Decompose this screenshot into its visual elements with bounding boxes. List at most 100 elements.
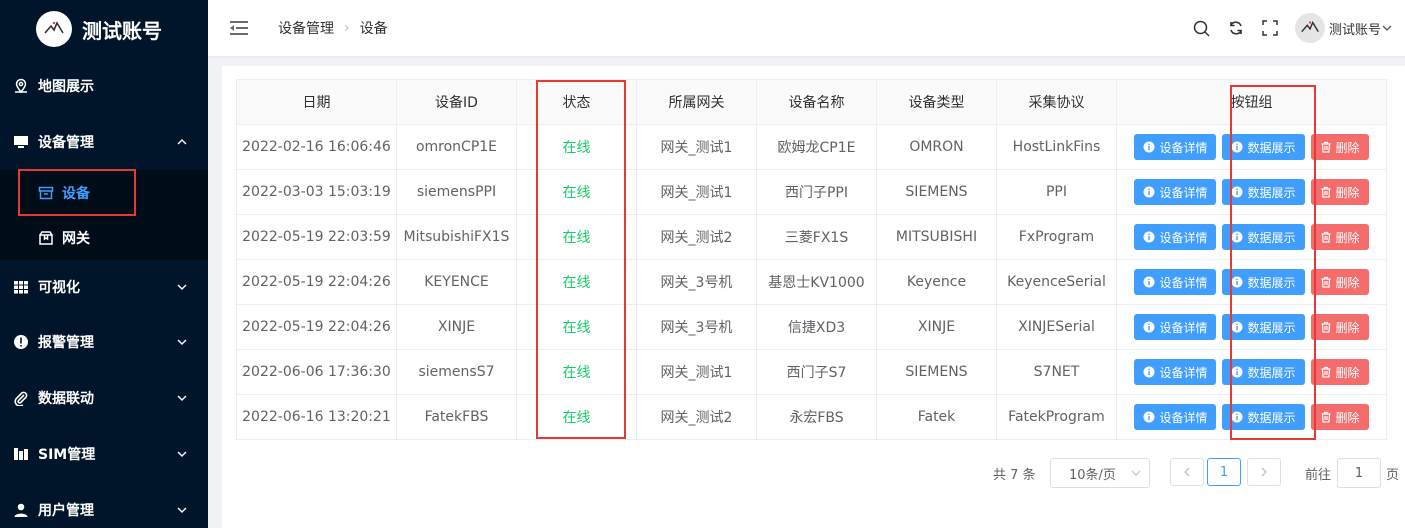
cell-device-id: MitsubishiFX1S bbox=[396, 214, 517, 260]
next-page-button[interactable] bbox=[1247, 458, 1281, 486]
cell-date: 2022-05-19 22:04:26 bbox=[236, 304, 397, 350]
cell-date: 2022-03-03 15:03:19 bbox=[236, 169, 397, 215]
cell-device-type: Keyence bbox=[876, 259, 997, 305]
chevron-down-icon bbox=[177, 339, 187, 345]
device-detail-button[interactable]: 设备详情 bbox=[1134, 179, 1217, 205]
device-detail-button[interactable]: 设备详情 bbox=[1134, 359, 1217, 385]
trash-icon bbox=[1321, 186, 1330, 198]
delete-button[interactable]: 删除 bbox=[1310, 269, 1369, 295]
prev-page-button[interactable] bbox=[1170, 458, 1204, 486]
sim-icon bbox=[12, 445, 30, 463]
cell-device-name: 西门子PPI bbox=[756, 169, 877, 215]
breadcrumb-item[interactable]: 设备管理 bbox=[278, 18, 334, 38]
sidebar-item-data-linkage[interactable]: 数据联动 bbox=[0, 370, 208, 426]
info-icon bbox=[1143, 231, 1155, 243]
device-detail-button[interactable]: 设备详情 bbox=[1134, 224, 1217, 250]
sidebar-item-visualization[interactable]: 可视化 bbox=[0, 260, 208, 314]
cell-device-name: 信捷XD3 bbox=[756, 304, 877, 350]
cell-device-type: Fatek bbox=[876, 394, 997, 440]
sidebar-item-label: SIM管理 bbox=[38, 447, 96, 463]
sidebar-item-map[interactable]: 地图展示 bbox=[0, 58, 208, 114]
delete-button[interactable]: 删除 bbox=[1310, 359, 1369, 385]
button-label: 设备详情 bbox=[1159, 320, 1208, 335]
sidebar-item-label: 可视化 bbox=[38, 280, 80, 296]
trash-icon bbox=[1321, 411, 1330, 423]
device-table: 日期 设备ID 状态 所属网关 设备名称 设备类型 采集协议 按钮组 2022-… bbox=[236, 79, 1387, 440]
package-icon bbox=[38, 230, 54, 246]
paperclip-icon bbox=[12, 389, 30, 407]
delete-button[interactable]: 删除 bbox=[1310, 224, 1369, 250]
device-detail-button[interactable]: 设备详情 bbox=[1134, 269, 1217, 295]
brand-name: 测试账号 bbox=[82, 18, 162, 43]
delete-button[interactable]: 删除 bbox=[1310, 179, 1369, 205]
refresh-icon[interactable] bbox=[1227, 19, 1245, 37]
cell-date: 2022-05-19 22:04:26 bbox=[236, 259, 397, 305]
cell-device-type: XINJE bbox=[876, 304, 997, 350]
table-row: 2022-06-16 13:20:21 FatekFBS 在线 网关_测试2 永宏FBS… bbox=[236, 394, 1387, 440]
info-icon bbox=[1143, 276, 1155, 288]
user-name[interactable]: 测试账号 bbox=[1329, 19, 1381, 38]
button-label: 设备详情 bbox=[1159, 275, 1208, 290]
column-header-gateway: 所属网关 bbox=[636, 79, 757, 125]
trash-icon bbox=[1321, 321, 1330, 333]
cell-device-type: SIEMENS bbox=[876, 349, 997, 395]
sidebar-item-sim[interactable]: SIM管理 bbox=[0, 426, 208, 482]
info-icon bbox=[1143, 411, 1155, 423]
trash-icon bbox=[1321, 366, 1330, 378]
column-header-device-id: 设备ID bbox=[396, 79, 517, 125]
cell-gateway: 网关_测试2 bbox=[636, 214, 757, 260]
logo-icon bbox=[36, 11, 72, 47]
button-label: 删除 bbox=[1335, 230, 1360, 245]
delete-button[interactable]: 删除 bbox=[1310, 314, 1369, 340]
button-label: 删除 bbox=[1335, 410, 1360, 425]
cell-gateway: 网关_测试1 bbox=[636, 349, 757, 395]
cell-protocol: FatekProgram bbox=[996, 394, 1117, 440]
cell-device-id: KEYENCE bbox=[396, 259, 517, 305]
sidebar-item-gateway[interactable]: 网关 bbox=[0, 215, 208, 260]
cell-protocol: XINJESerial bbox=[996, 304, 1117, 350]
delete-button[interactable]: 删除 bbox=[1310, 134, 1369, 160]
menu-toggle-icon[interactable] bbox=[230, 20, 248, 36]
table-row: 2022-02-16 16:06:46 omronCP1E 在线 网关_测试1 欧姆龙C… bbox=[236, 124, 1387, 170]
top-header: 设备管理 › 设备 测试账号 bbox=[208, 0, 1405, 56]
button-label: 设备详情 bbox=[1159, 410, 1208, 425]
goto-page-input[interactable]: 1 bbox=[1337, 458, 1381, 488]
trash-icon bbox=[1321, 141, 1330, 153]
device-detail-button[interactable]: 设备详情 bbox=[1134, 404, 1217, 430]
avatar[interactable] bbox=[1294, 13, 1325, 43]
cell-protocol: S7NET bbox=[996, 349, 1117, 395]
fullscreen-icon[interactable] bbox=[1261, 19, 1279, 37]
cell-date: 2022-06-16 13:20:21 bbox=[236, 394, 397, 440]
table-row: 2022-03-03 15:03:19 siemensPPI 在线 网关_测试1 西门子… bbox=[236, 169, 1387, 215]
device-detail-button[interactable]: 设备详情 bbox=[1134, 314, 1217, 340]
column-header-date: 日期 bbox=[236, 79, 397, 125]
highlight-box-status bbox=[536, 80, 626, 439]
sidebar-item-device-management[interactable]: 设备管理 bbox=[0, 114, 208, 170]
delete-button[interactable]: 删除 bbox=[1310, 404, 1369, 430]
search-icon[interactable] bbox=[1193, 19, 1211, 37]
chevron-down-icon[interactable] bbox=[1381, 22, 1393, 34]
column-header-protocol: 采集协议 bbox=[996, 79, 1117, 125]
chevron-down-icon bbox=[1131, 470, 1141, 476]
cell-device-id: siemensS7 bbox=[396, 349, 517, 395]
cell-gateway: 网关_3号机 bbox=[636, 304, 757, 350]
cell-protocol: HostLinkFins bbox=[996, 124, 1117, 170]
page-number-button[interactable]: 1 bbox=[1207, 458, 1241, 486]
button-label: 设备详情 bbox=[1159, 230, 1208, 245]
brand-logo: 测试账号 bbox=[0, 0, 208, 58]
breadcrumb-separator-icon: › bbox=[344, 20, 350, 36]
chevron-down-icon bbox=[177, 395, 187, 401]
monitor-icon bbox=[12, 133, 30, 151]
page-size-value: 10条/页 bbox=[1069, 467, 1116, 483]
sidebar-item-users[interactable]: 用户管理 bbox=[0, 482, 208, 528]
cell-device-id: FatekFBS bbox=[396, 394, 517, 440]
sidebar-item-alarm[interactable]: 报警管理 bbox=[0, 314, 208, 370]
goto-suffix: 页 bbox=[1386, 468, 1400, 483]
table-row: 2022-05-19 22:04:26 KEYENCE 在线 网关_3号机 基恩士KV1… bbox=[236, 259, 1387, 305]
cell-gateway: 网关_测试1 bbox=[636, 169, 757, 215]
cell-device-type: SIEMENS bbox=[876, 169, 997, 215]
device-detail-button[interactable]: 设备详情 bbox=[1134, 134, 1217, 160]
cell-device-id: omronCP1E bbox=[396, 124, 517, 170]
info-icon bbox=[1143, 321, 1155, 333]
page-size-select[interactable]: 10条/页 bbox=[1050, 458, 1150, 488]
